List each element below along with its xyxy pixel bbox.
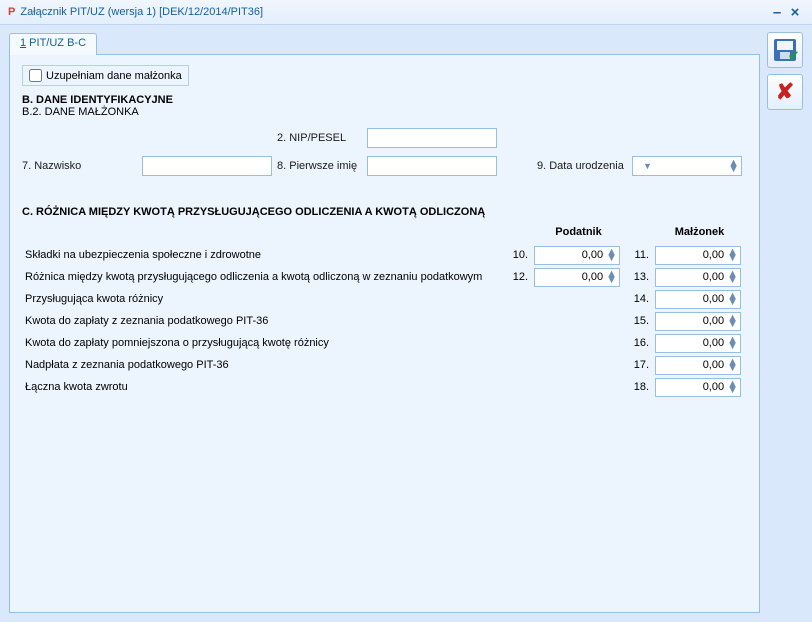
label-nazwisko: 7. Nazwisko	[22, 160, 142, 172]
row-pod-no	[505, 354, 531, 376]
section-c-title: C. RÓŻNICA MIĘDZY KWOTĄ PRZYSŁUGUJĄCEGO …	[22, 206, 747, 218]
col-malzonek: Małżonek	[652, 226, 747, 244]
row-mal-no: 18.	[626, 376, 652, 398]
spin-down-icon[interactable]: ▼	[727, 277, 738, 283]
row-mal-no: 17.	[626, 354, 652, 376]
malzonek-input[interactable]: 0,00▲▼	[655, 312, 741, 331]
app-icon: P	[8, 6, 15, 18]
deduction-table: Podatnik Małżonek Składki na ubezpieczen…	[22, 226, 747, 398]
malzonek-input[interactable]: 0,00▲▼	[655, 334, 741, 353]
spouse-check-input[interactable]	[29, 69, 42, 82]
row-pod-no	[505, 310, 531, 332]
spin-down-icon[interactable]: ▼	[727, 255, 738, 261]
value: 0,00	[660, 359, 727, 371]
data-urodzenia-field[interactable]: ▼ ▲▼	[632, 156, 742, 176]
nazwisko-field[interactable]	[142, 156, 272, 176]
table-row: Łączna kwota zwrotu 18.0,00▲▼	[22, 376, 747, 398]
value: 0,00	[539, 271, 606, 283]
malzonek-input[interactable]: 0,00▲▼	[655, 246, 741, 265]
row-desc: Przysługująca kwota różnicy	[22, 288, 505, 310]
spin-down-icon[interactable]: ▼	[606, 277, 617, 283]
section-b-title: B. DANE IDENTYFIKACYJNE	[22, 94, 747, 106]
table-row: Kwota do zapłaty pomniejszona o przysług…	[22, 332, 747, 354]
row-mal-no: 14.	[626, 288, 652, 310]
col-podatnik: Podatnik	[531, 226, 626, 244]
form-panel: Uzupełniam dane małżonka B. DANE IDENTYF…	[9, 54, 760, 613]
tab-label: PIT/UZ B-C	[26, 37, 86, 49]
spin-down-icon[interactable]: ▼	[728, 166, 739, 172]
value: 0,00	[660, 249, 727, 261]
value: 0,00	[660, 293, 727, 305]
tab-pit-uz-bc[interactable]: 1 PIT/UZ B-C	[9, 33, 97, 55]
row-pod-no: 12.	[505, 266, 531, 288]
save-button[interactable]: ✔	[767, 32, 803, 68]
row-desc: Kwota do zapłaty pomniejszona o przysług…	[22, 332, 505, 354]
table-row: Kwota do zapłaty z zeznania podatkowego …	[22, 310, 747, 332]
row-desc: Składki na ubezpieczenia społeczne i zdr…	[22, 244, 505, 266]
value: 0,00	[660, 337, 727, 349]
row-mal-no: 15.	[626, 310, 652, 332]
spouse-check-label: Uzupełniam dane małżonka	[46, 70, 182, 82]
imie-field[interactable]	[367, 156, 497, 176]
row-desc: Łączna kwota zwrotu	[22, 376, 505, 398]
floppy-save-icon: ✔	[774, 39, 796, 61]
row-desc: Kwota do zapłaty z zeznania podatkowego …	[22, 310, 505, 332]
spin-down-icon[interactable]: ▼	[727, 387, 738, 393]
label-data-ur: 9. Data urodzenia	[537, 160, 632, 172]
table-row: Przysługująca kwota różnicy 14.0,00▲▼	[22, 288, 747, 310]
malzonek-input[interactable]: 0,00▲▼	[655, 378, 741, 397]
spin-down-icon[interactable]: ▼	[727, 321, 738, 327]
nip-pesel-field[interactable]	[367, 128, 497, 148]
row-desc: Różnica między kwotą przysługującego odl…	[22, 266, 505, 288]
row-mal-no: 13.	[626, 266, 652, 288]
row-desc: Nadpłata z zeznania podatkowego PIT-36	[22, 354, 505, 376]
spin-down-icon[interactable]: ▼	[727, 343, 738, 349]
table-row: Składki na ubezpieczenia społeczne i zdr…	[22, 244, 747, 266]
x-icon: ✘	[776, 79, 794, 105]
minimize-button[interactable]: –	[768, 4, 786, 21]
spouse-data-checkbox[interactable]: Uzupełniam dane małżonka	[22, 65, 189, 86]
spin-down-icon[interactable]: ▼	[727, 365, 738, 371]
row-pod-no: 10.	[505, 244, 531, 266]
window-title: Załącznik PIT/UZ (wersja 1) [DEK/12/2014…	[20, 6, 768, 18]
malzonek-input[interactable]: 0,00▲▼	[655, 268, 741, 287]
titlebar: P Załącznik PIT/UZ (wersja 1) [DEK/12/20…	[0, 0, 812, 25]
value: 0,00	[660, 381, 727, 393]
row-pod-no	[505, 332, 531, 354]
table-row: Nadpłata z zeznania podatkowego PIT-36 17…	[22, 354, 747, 376]
spin-down-icon[interactable]: ▼	[727, 299, 738, 305]
malzonek-input[interactable]: 0,00▲▼	[655, 356, 741, 375]
podatnik-input[interactable]: 0,00▲▼	[534, 246, 620, 265]
table-row: Różnica między kwotą przysługującego odl…	[22, 266, 747, 288]
value: 0,00	[660, 271, 727, 283]
section-b-sub: B.2. DANE MAŁŻONKA	[22, 106, 747, 118]
value: 0,00	[660, 315, 727, 327]
row-pod-no	[505, 288, 531, 310]
close-button[interactable]: ×	[786, 4, 804, 21]
podatnik-input[interactable]: 0,00▲▼	[534, 268, 620, 287]
label-nip: 2. NIP/PESEL	[277, 132, 367, 144]
row-mal-no: 11.	[626, 244, 652, 266]
malzonek-input[interactable]: 0,00▲▼	[655, 290, 741, 309]
cancel-button[interactable]: ✘	[767, 74, 803, 110]
chevron-down-icon: ▼	[643, 161, 652, 171]
label-imie: 8. Pierwsze imię	[277, 160, 367, 172]
spin-down-icon[interactable]: ▼	[606, 255, 617, 261]
row-pod-no	[505, 376, 531, 398]
value: 0,00	[539, 249, 606, 261]
row-mal-no: 16.	[626, 332, 652, 354]
